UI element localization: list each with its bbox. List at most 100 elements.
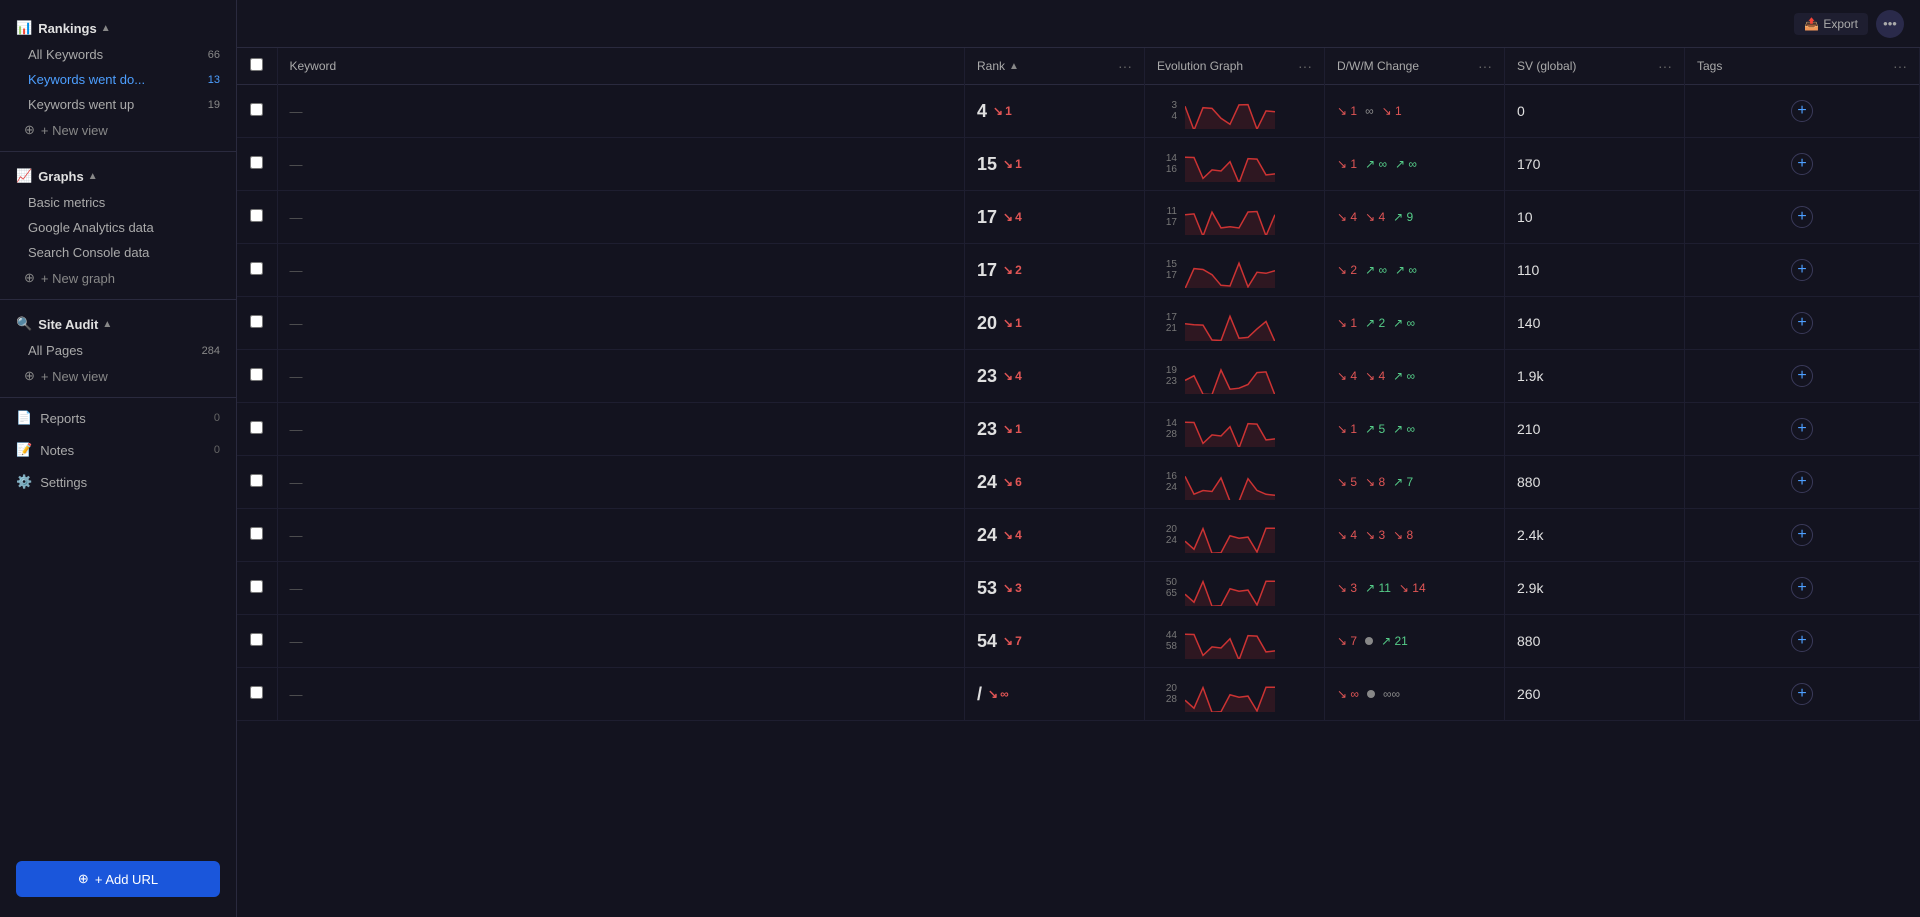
rank-change-indicator: ↘ 7 <box>1003 634 1022 648</box>
row-checkbox[interactable] <box>250 686 263 699</box>
sidebar-item-keywords-up[interactable]: Keywords went up 19 <box>0 92 236 117</box>
rank-sort-icon: ▲ <box>1009 61 1019 72</box>
sidebar-new-graph[interactable]: ⊕ + New graph <box>0 265 236 291</box>
row-rank-cell: 15 ↘ 1 <box>965 138 1145 191</box>
sidebar-item-all-pages[interactable]: All Pages 284 <box>0 338 236 363</box>
add-tag-button[interactable]: + <box>1791 630 1813 652</box>
row-checkbox[interactable] <box>250 474 263 487</box>
graphs-section: 📈 Graphs ▲ Basic metrics Google Analytic… <box>0 156 236 295</box>
export-button[interactable]: 📤 Export <box>1794 13 1868 35</box>
sidebar-item-basic-metrics[interactable]: Basic metrics <box>0 190 236 215</box>
top-bar: 📤 Export ••• <box>237 0 1920 48</box>
th-rank-label: Rank <box>977 59 1005 73</box>
row-dwm-cell: ↘ 3 ↗ 11 ↘ 14 <box>1325 562 1505 615</box>
sv-value: 210 <box>1517 421 1540 437</box>
th-dwm[interactable]: D/W/M Change ··· <box>1325 48 1505 85</box>
notes-icon: 📝 <box>16 442 32 458</box>
sparkline-chart <box>1185 252 1275 288</box>
row-checkbox-cell <box>237 244 277 297</box>
sidebar-item-search-console[interactable]: Search Console data <box>0 240 236 265</box>
keywords-up-label: Keywords went up <box>28 97 134 112</box>
evo-min: 16 <box>1166 471 1177 482</box>
graphs-icon: 📈 <box>16 168 32 184</box>
reports-icon: 📄 <box>16 410 32 426</box>
sidebar-item-notes[interactable]: 📝 Notes 0 <box>0 434 236 466</box>
m-change: ↗ 21 <box>1381 634 1408 648</box>
dwm-more-icon[interactable]: ··· <box>1478 58 1492 74</box>
row-tags-cell: + <box>1685 403 1920 456</box>
basic-metrics-label: Basic metrics <box>28 195 105 210</box>
add-tag-button[interactable]: + <box>1791 259 1813 281</box>
row-checkbox[interactable] <box>250 103 263 116</box>
rank-change-value: 6 <box>1015 475 1022 489</box>
th-tags[interactable]: Tags ··· <box>1685 48 1920 85</box>
evolution-more-icon[interactable]: ··· <box>1298 58 1312 74</box>
m-change: ↗ ∞ <box>1393 316 1415 330</box>
sidebar-new-view-1[interactable]: ⊕ + New view <box>0 117 236 143</box>
evo-max: 17 <box>1166 217 1177 228</box>
tags-more-icon[interactable]: ··· <box>1893 58 1907 74</box>
row-rank-cell: 24 ↘ 6 <box>965 456 1145 509</box>
graphs-header[interactable]: 📈 Graphs ▲ <box>0 162 236 190</box>
row-checkbox[interactable] <box>250 209 263 222</box>
row-checkbox[interactable] <box>250 527 263 540</box>
th-rank[interactable]: Rank ▲ ··· <box>965 48 1145 85</box>
sidebar-new-view-2[interactable]: ⊕ + New view <box>0 363 236 389</box>
sidebar-item-reports[interactable]: 📄 Reports 0 <box>0 402 236 434</box>
sidebar-item-all-keywords[interactable]: All Keywords 66 <box>0 42 236 67</box>
add-tag-button[interactable]: + <box>1791 206 1813 228</box>
sidebar-item-settings[interactable]: ⚙️ Settings <box>0 466 236 498</box>
row-sv-cell: 880 <box>1505 456 1685 509</box>
sidebar-item-google-analytics[interactable]: Google Analytics data <box>0 215 236 240</box>
row-sv-cell: 1.9k <box>1505 350 1685 403</box>
evo-min: 19 <box>1166 365 1177 376</box>
add-tag-button[interactable]: + <box>1791 524 1813 546</box>
add-tag-button[interactable]: + <box>1791 577 1813 599</box>
row-checkbox[interactable] <box>250 156 263 169</box>
all-keywords-badge: 66 <box>208 49 220 61</box>
row-keyword-cell: — <box>277 191 965 244</box>
w-change: ↗ 5 <box>1365 422 1385 436</box>
rank-value: 17 <box>977 260 997 281</box>
add-tag-button[interactable]: + <box>1791 471 1813 493</box>
row-checkbox[interactable] <box>250 633 263 646</box>
sidebar-item-keywords-down[interactable]: Keywords went do... 13 <box>0 67 236 92</box>
add-url-button[interactable]: ⊕ + Add URL <box>16 861 220 897</box>
row-checkbox[interactable] <box>250 421 263 434</box>
add-tag-button[interactable]: + <box>1791 683 1813 705</box>
row-evolution-cell: 15 17 <box>1145 244 1325 297</box>
row-dwm-cell: ↘ 1 ∞ ↘ 1 <box>1325 85 1505 138</box>
row-sv-cell: 880 <box>1505 615 1685 668</box>
row-checkbox[interactable] <box>250 368 263 381</box>
row-checkbox[interactable] <box>250 580 263 593</box>
row-checkbox[interactable] <box>250 315 263 328</box>
add-tag-button[interactable]: + <box>1791 418 1813 440</box>
row-checkbox[interactable] <box>250 262 263 275</box>
add-tag-button[interactable]: + <box>1791 153 1813 175</box>
graphs-label: Graphs <box>38 169 84 184</box>
row-keyword-cell: — <box>277 562 965 615</box>
rankings-arrow: ▲ <box>101 23 111 34</box>
evo-min: 14 <box>1166 418 1177 429</box>
th-sv[interactable]: SV (global) ··· <box>1505 48 1685 85</box>
m-change: ↗ 9 <box>1393 210 1413 224</box>
th-evolution[interactable]: Evolution Graph ··· <box>1145 48 1325 85</box>
sv-more-icon[interactable]: ··· <box>1658 58 1672 74</box>
rank-change-value: 1 <box>1015 157 1022 171</box>
select-all-checkbox[interactable] <box>250 58 263 71</box>
evo-range: 14 16 <box>1157 153 1177 175</box>
row-evolution-cell: 44 58 <box>1145 615 1325 668</box>
add-tag-button[interactable]: + <box>1791 365 1813 387</box>
rankings-header[interactable]: 📊 Rankings ▲ <box>0 14 236 42</box>
rank-arrow: ↘ <box>1003 369 1013 383</box>
site-audit-header[interactable]: 🔍 Site Audit ▲ <box>0 310 236 338</box>
add-tag-button[interactable]: + <box>1791 100 1813 122</box>
settings-icon: ⚙️ <box>16 474 32 490</box>
add-tag-button[interactable]: + <box>1791 312 1813 334</box>
row-dwm-cell: ↘ 4 ↘ 4 ↗ 9 <box>1325 191 1505 244</box>
rank-more-icon[interactable]: ··· <box>1118 58 1132 74</box>
table-row: — 17 ↘ 4 11 17 <box>237 191 1920 244</box>
sidebar: 📊 Rankings ▲ All Keywords 66 Keywords we… <box>0 0 237 917</box>
rank-change-value: 1 <box>1015 316 1022 330</box>
more-options-button[interactable]: ••• <box>1876 10 1904 38</box>
